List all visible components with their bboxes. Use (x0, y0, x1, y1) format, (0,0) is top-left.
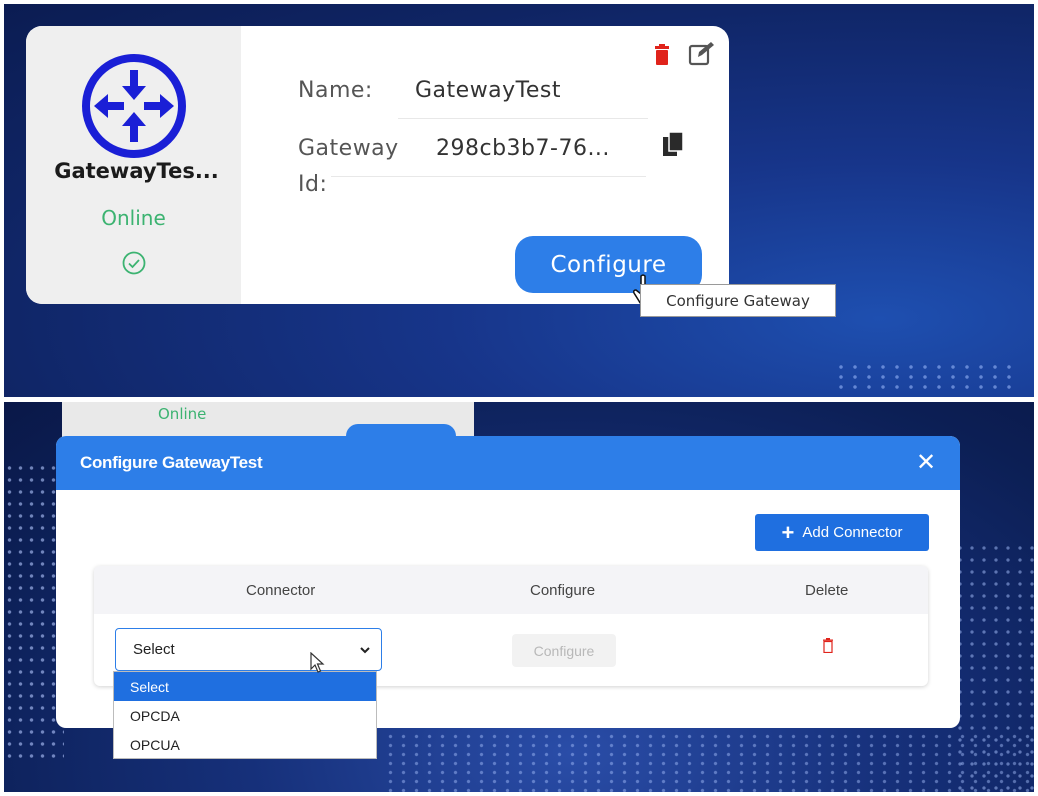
column-header-connector: Connector (246, 582, 316, 599)
gateway-card: GatewayTes... Online Name: GatewayTest G… (26, 26, 729, 304)
modal-title: Configure GatewayTest (80, 453, 263, 472)
background-dots-left (4, 462, 64, 762)
status-text: Online (101, 206, 166, 230)
connector-table: Connector Configure Delete Select Config… (94, 566, 928, 686)
modal-header: Configure GatewayTest ✕ (56, 436, 960, 490)
gateway-id-value: 298cb3b7-76... (436, 136, 610, 161)
gateway-id-label-line1: Gateway (298, 136, 399, 161)
background-status-text: Online (158, 405, 207, 423)
name-label: Name: (298, 78, 373, 103)
close-icon[interactable]: ✕ (914, 450, 938, 474)
table-header: Connector Configure Delete (94, 566, 928, 614)
plus-icon: + (781, 519, 795, 545)
gateway-router-icon (82, 54, 186, 158)
dropdown-option-select[interactable]: Select (114, 672, 376, 701)
arrow-cursor-icon (310, 652, 325, 673)
gateway-id-divider (331, 176, 646, 177)
column-header-configure: Configure (530, 582, 596, 599)
gateway-panel-background: GatewayTes... Online Name: GatewayTest G… (4, 4, 1034, 397)
edit-gateway-icon[interactable] (688, 40, 716, 66)
delete-gateway-icon[interactable] (653, 44, 671, 66)
gateway-id-label-line2: Id: (298, 172, 328, 197)
copy-icon[interactable] (663, 132, 687, 158)
check-circle-icon (122, 251, 146, 275)
background-dots (834, 362, 1014, 392)
add-connector-label: Add Connector (802, 524, 903, 541)
row-configure-button[interactable]: Configure (512, 634, 616, 667)
gateway-card-summary: GatewayTes... Online (26, 26, 241, 304)
background-dots-bottom (384, 732, 1034, 792)
name-divider (398, 118, 648, 119)
trash-icon[interactable] (822, 638, 834, 653)
connector-select-value: Select (133, 641, 175, 658)
dropdown-option-opcua[interactable]: OPCUA (114, 730, 376, 759)
column-header-delete: Delete (805, 582, 849, 599)
connector-select[interactable]: Select (115, 628, 382, 671)
configure-tooltip: Configure Gateway (640, 284, 836, 317)
name-value: GatewayTest (415, 78, 562, 103)
add-connector-button[interactable]: + Add Connector (755, 514, 929, 551)
connector-dropdown-list: Select OPCDA OPCUA (113, 671, 377, 759)
dropdown-option-opcda[interactable]: OPCDA (114, 701, 376, 730)
gateway-display-name: GatewayTes... (54, 159, 219, 183)
chevron-down-icon (360, 647, 370, 654)
